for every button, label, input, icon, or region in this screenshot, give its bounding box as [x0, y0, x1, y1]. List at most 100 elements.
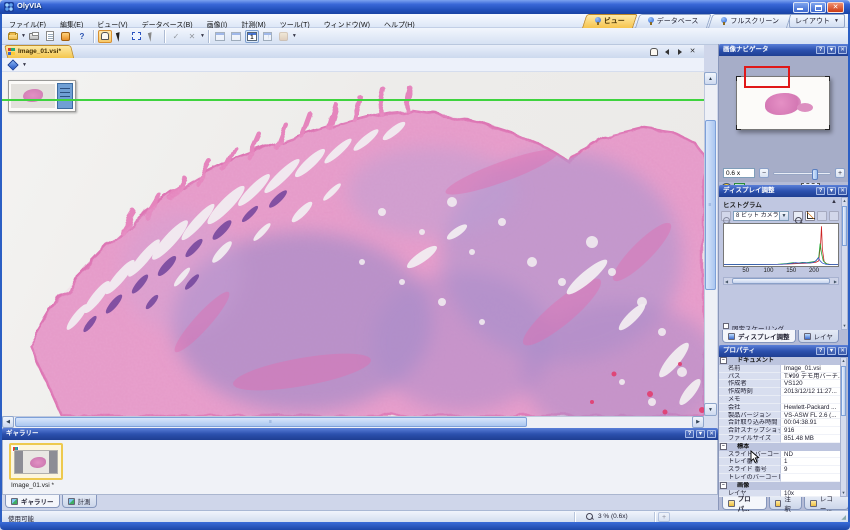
maximize-button[interactable]	[810, 2, 826, 13]
zoom-area-tool-button[interactable]	[130, 30, 144, 43]
more-tools-button[interactable]	[277, 30, 291, 43]
panel-help-button[interactable]: ?	[685, 430, 694, 438]
slide-overview-thumbnail[interactable]	[8, 80, 76, 112]
histogram-plot[interactable]	[723, 223, 839, 267]
property-row[interactable]: − パス T:¥99 デモ用バーチ...	[719, 373, 841, 381]
display-bottom-tab[interactable]: レイヤ	[798, 330, 839, 343]
zoom-in-button[interactable]: +	[835, 168, 845, 178]
property-row[interactable]: − 名前 Image_01.vsi	[719, 365, 841, 373]
pan-tool-button[interactable]	[98, 30, 112, 43]
linear-adjust-icon[interactable]	[817, 211, 827, 221]
gallery-bottom-tab[interactable]: ギャラリー	[5, 495, 60, 508]
gallery-bottom-tab[interactable]: 計測	[62, 495, 97, 508]
scrollbar-thumb[interactable]: ≡	[705, 120, 716, 290]
close-button[interactable]: ✕	[827, 2, 844, 13]
collapse-box-icon[interactable]: −	[720, 357, 727, 364]
property-row[interactable]: − 画像	[719, 482, 841, 490]
zoom-out-button[interactable]: −	[759, 168, 769, 178]
property-row[interactable]: − 作成時刻 2013/12/12 11:27...	[719, 388, 841, 396]
scroll-right-button[interactable]: ▶	[692, 416, 704, 428]
property-row[interactable]: − 標本	[719, 443, 841, 451]
print-button[interactable]	[27, 30, 41, 43]
zoom-slider[interactable]	[773, 172, 831, 175]
more-tools-dropdown[interactable]: ▼	[292, 33, 297, 39]
minimize-button[interactable]	[793, 2, 809, 13]
slide-viewer-canvas[interactable]	[2, 72, 704, 416]
zoom-hist-icon[interactable]	[721, 211, 731, 221]
close-tab-button[interactable]: ✕	[687, 46, 698, 57]
scrollbar-thumb[interactable]: ≡	[15, 417, 527, 427]
panel-pin-button[interactable]: ▼	[827, 46, 836, 54]
scroll-up-button[interactable]: ▲	[704, 72, 717, 85]
panel-close-button[interactable]: ✕	[838, 46, 847, 54]
display-bottom-tab[interactable]: ディスプレイ調整	[722, 330, 796, 343]
display-panel-header[interactable]: ディスプレイ調整 ? ▼ ✕	[719, 185, 849, 197]
next-tab-button[interactable]	[674, 46, 685, 57]
panel-close-button[interactable]: ✕	[707, 430, 716, 438]
property-row[interactable]: − スライド 番号 9	[719, 466, 841, 474]
histogram-range-scrollbar[interactable]: ◀ ▶	[723, 277, 839, 285]
property-row[interactable]: − 合計取り込み時間 00:04:38.91	[719, 419, 841, 427]
gamma-curve-icon[interactable]	[805, 211, 815, 221]
property-row[interactable]: − 製品バージョン VS-ASW FL 2.6 (...	[719, 412, 841, 420]
property-row[interactable]: − メモ	[719, 396, 841, 404]
panel-pin-button[interactable]: ▼	[827, 347, 836, 355]
canvas-horizontal-scrollbar[interactable]: ◀ ≡ ▶	[2, 416, 704, 428]
tile-windows-button[interactable]	[213, 30, 227, 43]
pan-view-button[interactable]	[648, 46, 659, 57]
export-image-button[interactable]	[59, 30, 73, 43]
open-file-button[interactable]	[6, 30, 20, 43]
cascade-windows-button[interactable]	[229, 30, 243, 43]
property-row[interactable]: − スライド バーコード ND	[719, 451, 841, 459]
display-panel-scrollbar[interactable]: ▲ ▼	[841, 197, 848, 330]
zoom-slider-thumb[interactable]	[812, 169, 818, 180]
checkbox[interactable]	[723, 323, 729, 329]
camera-adjust-icon[interactable]	[829, 211, 839, 221]
grid-view-button[interactable]	[261, 30, 275, 43]
print-preview-button[interactable]	[43, 30, 57, 43]
view-mode-tab[interactable]: データベース	[635, 14, 707, 28]
status-zoom-button[interactable]: +	[658, 512, 670, 522]
resize-grip[interactable]: ◢	[841, 514, 846, 521]
open-file-dropdown[interactable]: ▼	[21, 33, 26, 39]
zoom-minus-icon[interactable]	[793, 211, 803, 221]
property-row[interactable]: − ファイルサイズ 851.48 MB	[719, 435, 841, 443]
nav-zoom-input[interactable]	[723, 168, 755, 178]
layout-button[interactable]: レイアウト ▼	[789, 14, 845, 28]
navigator-view-rectangle[interactable]	[744, 66, 790, 88]
panel-pin-button[interactable]: ▼	[696, 430, 705, 438]
property-row[interactable]: − 合計スナップショット... 916	[719, 427, 841, 435]
document-tab[interactable]: Image_01.vsi*	[4, 45, 71, 58]
collapse-section-icon[interactable]: ▲	[831, 199, 837, 205]
collapse-box-icon[interactable]: −	[720, 443, 727, 450]
property-row[interactable]: − トレイ番号 1	[719, 458, 841, 466]
pointer-tool-button[interactable]	[146, 30, 160, 43]
gallery-panel-header[interactable]: ギャラリー ? ▼ ✕	[2, 428, 718, 440]
confirm-button[interactable]: ✓	[169, 30, 183, 43]
properties-scrollbar[interactable]: ▲ ▼	[840, 357, 847, 497]
cancel-button[interactable]: ✕	[185, 30, 199, 43]
shape-tool-button[interactable]	[7, 59, 18, 70]
panel-pin-button[interactable]: ▼	[827, 187, 836, 195]
context-help-button[interactable]: ?	[75, 30, 89, 43]
select-tool-button[interactable]	[114, 30, 128, 43]
gallery-thumbnail[interactable]	[9, 443, 63, 480]
cancel-dropdown[interactable]: ▼	[200, 33, 205, 39]
property-row[interactable]: − 会社 Hewlett-Packard ...	[719, 404, 841, 412]
property-row[interactable]: − 作成者 VS120	[719, 380, 841, 388]
panel-help-button[interactable]: ?	[816, 347, 825, 355]
scroll-down-button[interactable]: ▼	[704, 403, 717, 416]
collapse-box-icon[interactable]: −	[720, 482, 727, 489]
scroll-left-button[interactable]: ◀	[2, 416, 14, 428]
property-row[interactable]: − ドキュメント	[719, 357, 841, 365]
previous-tab-button[interactable]	[661, 46, 672, 57]
properties-panel-header[interactable]: プロパティ ? ▼ ✕	[719, 345, 849, 357]
title-bar[interactable]: OlyVIA ✕	[0, 0, 850, 14]
properties-bottom-tab[interactable]: プロパ...	[722, 497, 767, 510]
property-row[interactable]: − トレイのバーコード	[719, 474, 841, 482]
properties-bottom-tab[interactable]: 注釈	[769, 497, 803, 510]
shape-tool-dropdown[interactable]: ▼	[22, 62, 27, 68]
properties-bottom-tab[interactable]: レコー...	[804, 497, 849, 510]
view-mode-tab[interactable]: ビュー	[582, 14, 633, 28]
panel-close-button[interactable]: ✕	[838, 347, 847, 355]
